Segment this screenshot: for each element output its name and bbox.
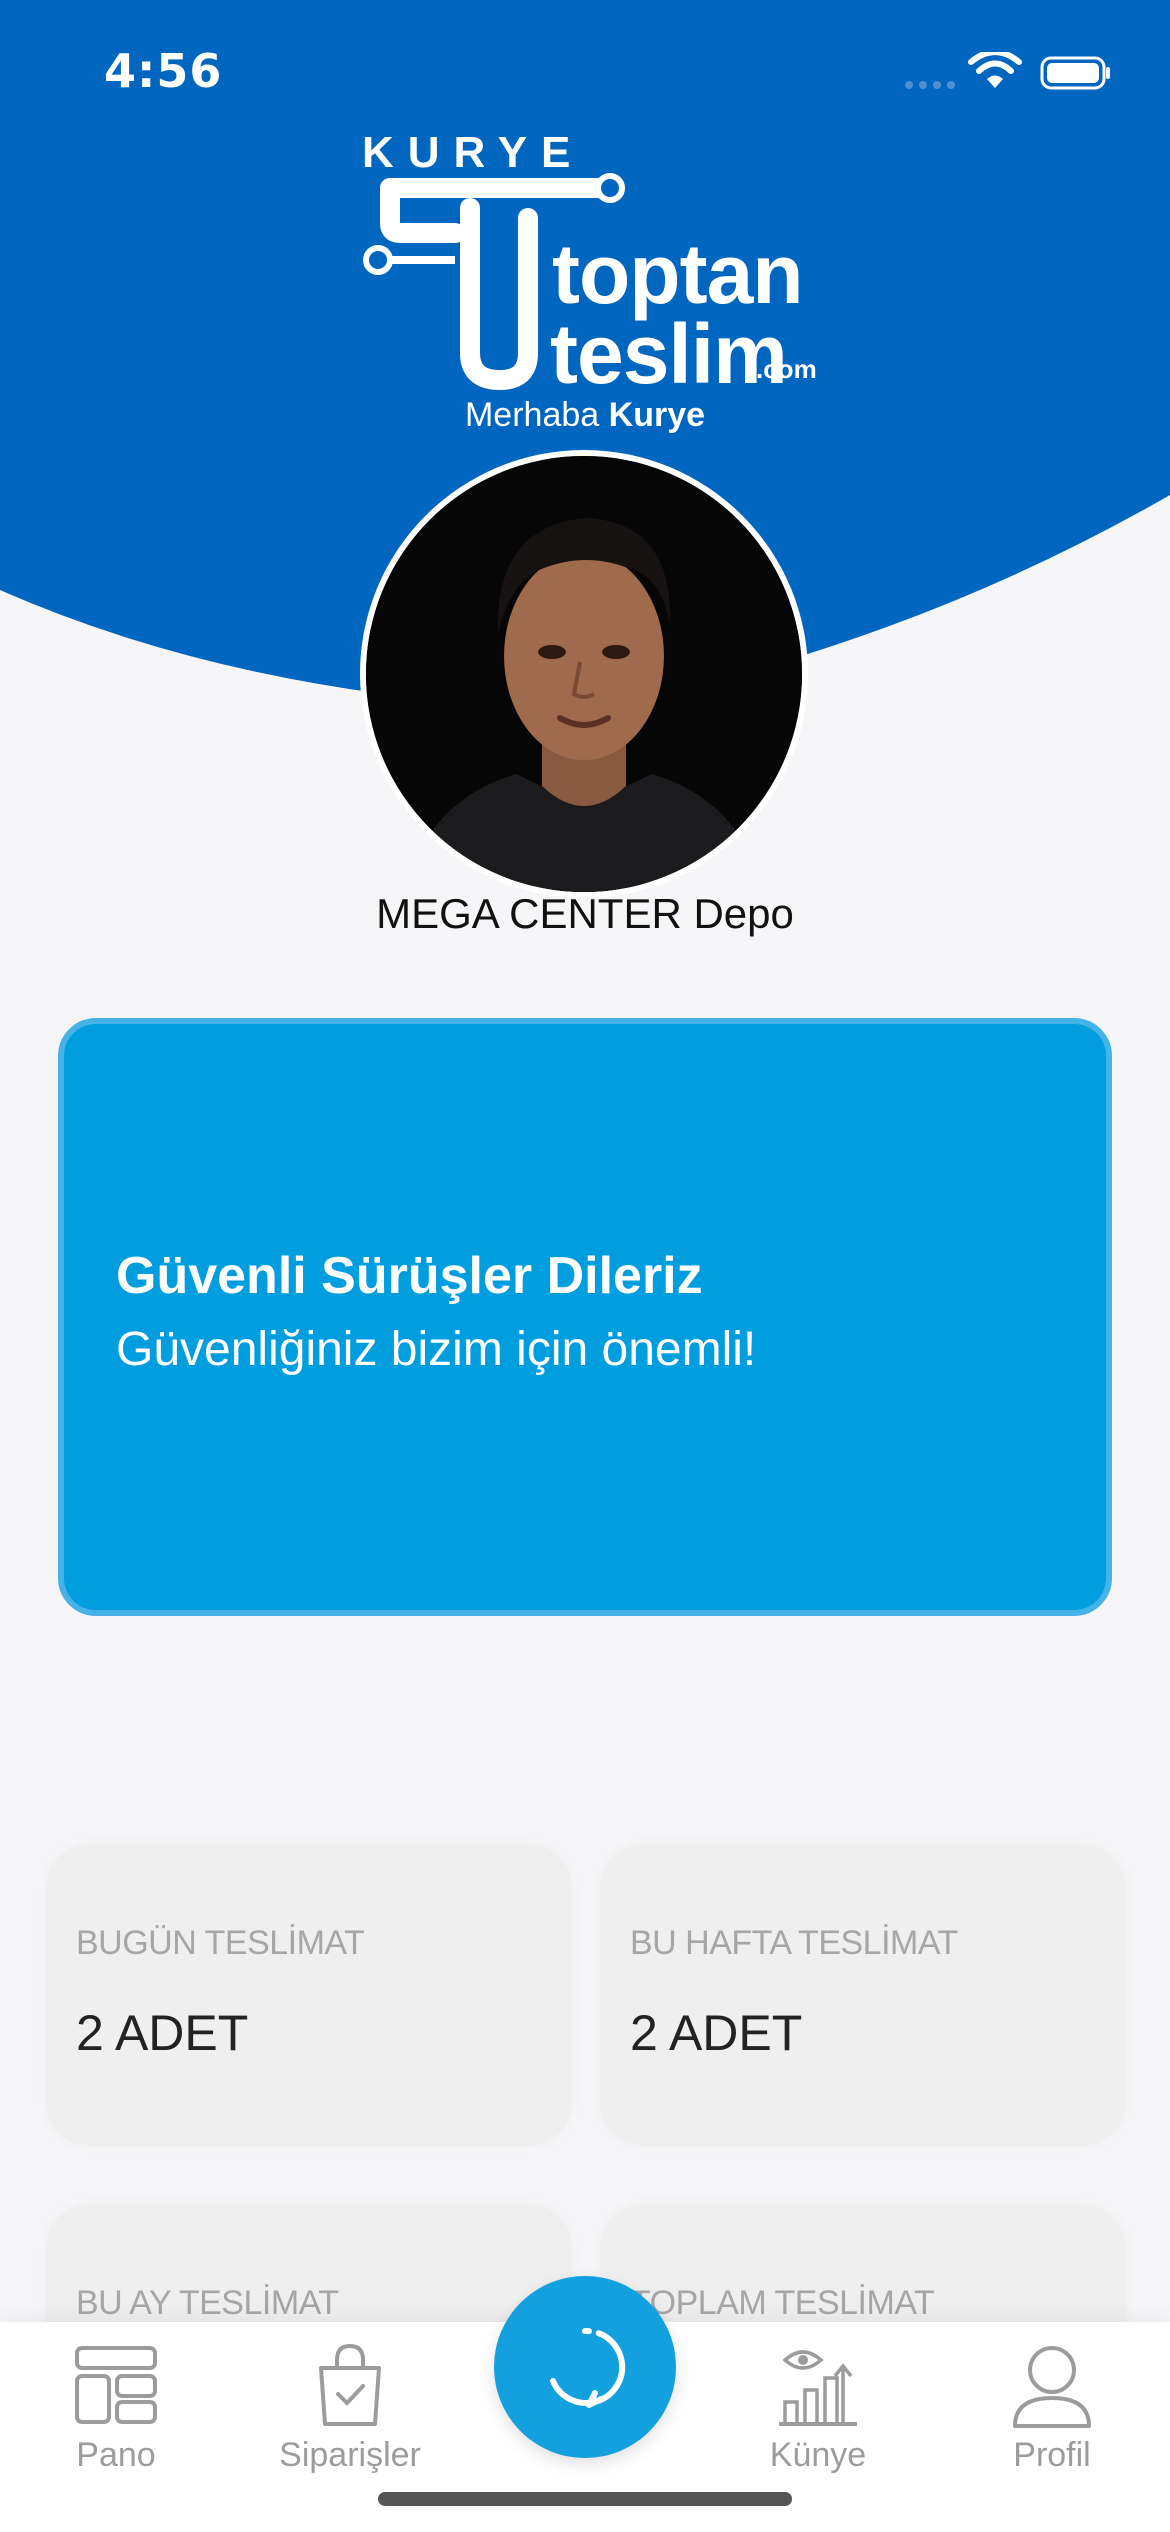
tab-label: Siparişler bbox=[279, 2436, 421, 2474]
banner-subtitle: Güvenliğiniz bizim için önemli! bbox=[116, 1323, 757, 1376]
tab-profil[interactable]: Profil bbox=[952, 2340, 1152, 2500]
user-icon bbox=[1013, 2346, 1091, 2428]
stat-label: TOPLAM TESLİMAT bbox=[630, 2284, 935, 2322]
avatar[interactable] bbox=[360, 450, 808, 898]
tab-label: Profil bbox=[1013, 2436, 1091, 2474]
status-time: 4:56 bbox=[104, 44, 223, 98]
status-bar: 4:56 bbox=[0, 0, 1170, 140]
dashboard-icon bbox=[75, 2346, 157, 2424]
logo-dotcom-text: .com bbox=[756, 354, 817, 384]
wifi-icon bbox=[968, 52, 1022, 88]
stat-label: BU HAFTA TESLİMAT bbox=[630, 1924, 958, 1962]
refresh-button[interactable] bbox=[494, 2276, 676, 2458]
chart-eye-icon bbox=[779, 2350, 857, 2426]
home-indicator[interactable] bbox=[378, 2492, 792, 2506]
stat-label: BUGÜN TESLİMAT bbox=[76, 1924, 365, 1962]
logo-toptan-text: toptan bbox=[552, 227, 804, 321]
stat-card-today[interactable]: BUGÜN TESLİMAT 2 ADET bbox=[46, 1844, 572, 2146]
avatar-photo bbox=[366, 456, 802, 892]
tab-pano[interactable]: Pano bbox=[16, 2340, 216, 2500]
tab-kunye[interactable]: Künye bbox=[718, 2340, 918, 2500]
stat-value: 2 ADET bbox=[76, 2005, 249, 2061]
battery-icon bbox=[1040, 56, 1110, 90]
greeting-prefix: Merhaba bbox=[464, 396, 600, 434]
stat-label: BU AY TESLİMAT bbox=[76, 2284, 339, 2322]
tab-label: Künye bbox=[769, 2436, 867, 2474]
tab-siparisler[interactable]: Siparişler bbox=[250, 2340, 450, 2500]
stat-value: 2 ADET bbox=[630, 2005, 803, 2061]
greeting-name: Kurye bbox=[608, 396, 706, 434]
stat-card-week[interactable]: BU HAFTA TESLİMAT 2 ADET bbox=[600, 1844, 1126, 2146]
tab-label: Pano bbox=[76, 2436, 156, 2474]
safety-banner[interactable]: Güvenli Sürüşler Dileriz Güvenliğiniz bi… bbox=[58, 1018, 1112, 1616]
logo-teslim-text: teslim bbox=[550, 307, 788, 401]
cellular-signal-icon bbox=[905, 81, 955, 89]
banner-title: Güvenli Sürüşler Dileriz bbox=[116, 1247, 703, 1305]
refresh-icon bbox=[550, 2327, 626, 2408]
shopping-bag-check-icon bbox=[319, 2343, 381, 2426]
store-name: MEGA CENTER Depo bbox=[376, 890, 794, 937]
greeting: Merhaba Kurye bbox=[0, 396, 1170, 435]
